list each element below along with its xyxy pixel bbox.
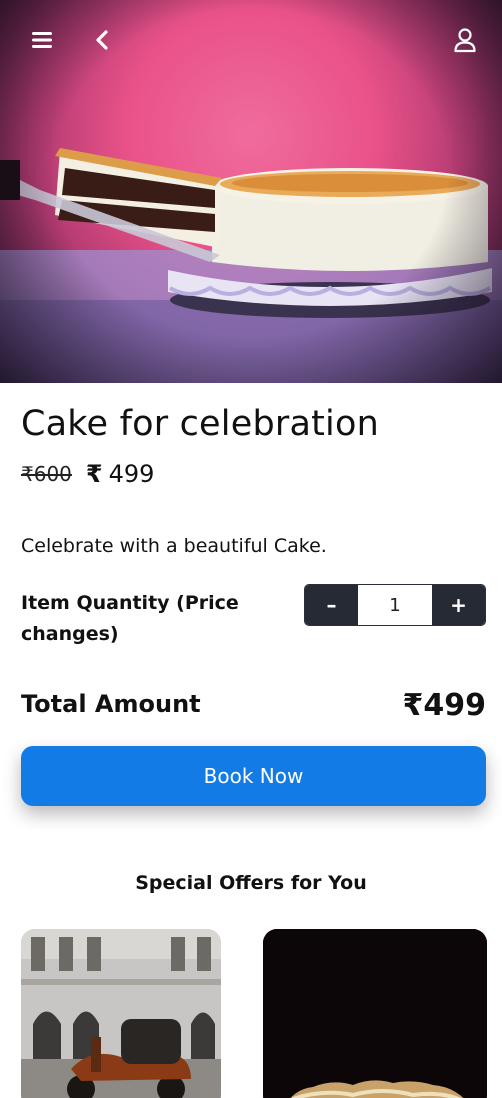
special-offers-heading: Special Offers for You xyxy=(135,872,367,894)
discounted-price: ₹499 xyxy=(86,460,155,488)
quantity-stepper: – + xyxy=(304,584,486,626)
offer-image-street xyxy=(21,929,221,1098)
rupee-symbol: ₹ xyxy=(85,460,103,488)
price-value: 499 xyxy=(108,460,155,488)
total-amount-value: ₹499 xyxy=(402,688,487,723)
original-price: ₹600 xyxy=(21,462,72,486)
price-row: ₹600 ₹499 xyxy=(21,460,154,488)
product-title: Cake for celebration xyxy=(21,404,379,444)
product-description: Celebrate with a beautiful Cake. xyxy=(21,535,327,557)
user-profile-icon[interactable] xyxy=(449,24,481,56)
offer-card-dessert[interactable] xyxy=(263,929,487,1098)
decrement-button[interactable]: – xyxy=(305,585,358,625)
quantity-label: Item Quantity (Price changes) xyxy=(21,592,239,645)
quantity-input[interactable] xyxy=(358,585,432,625)
hero-image xyxy=(0,0,502,383)
increment-button[interactable]: + xyxy=(432,585,485,625)
offer-card-building[interactable] xyxy=(21,929,221,1098)
top-navigation-bar xyxy=(0,0,502,80)
hamburger-menu-icon[interactable] xyxy=(26,24,58,56)
book-now-button[interactable]: Book Now xyxy=(21,746,486,806)
offer-image-dessert xyxy=(263,929,487,1098)
chevron-left-icon[interactable] xyxy=(86,24,118,56)
total-amount-label: Total Amount xyxy=(21,690,201,718)
